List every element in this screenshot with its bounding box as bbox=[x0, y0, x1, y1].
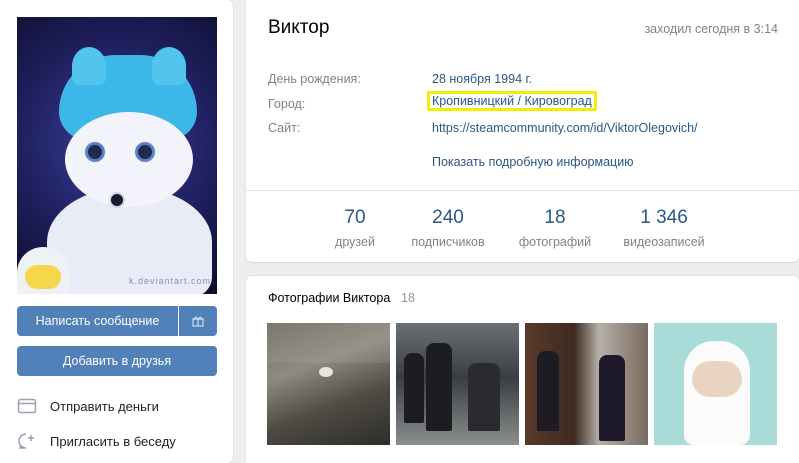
info-divider bbox=[246, 190, 799, 191]
avatar-eye bbox=[135, 142, 155, 162]
avatar-ear bbox=[152, 47, 186, 85]
profile-name: Виктор bbox=[268, 17, 330, 38]
avatar-face bbox=[65, 112, 193, 207]
write-message-button[interactable]: Написать сообщение bbox=[17, 306, 178, 336]
counter-photos-label: фотографий bbox=[518, 235, 592, 249]
yin-yang-icon bbox=[109, 192, 125, 208]
photo-thumb[interactable] bbox=[267, 323, 390, 445]
counter-videos-value: 1 346 bbox=[640, 207, 688, 228]
photos-count: 18 bbox=[401, 291, 415, 305]
invite-chat-label: Пригласить в беседу bbox=[50, 433, 176, 449]
send-money-link[interactable]: Отправить деньги bbox=[17, 391, 159, 421]
llama-face bbox=[692, 361, 742, 397]
add-friend-button[interactable]: Добавить в друзья bbox=[17, 346, 217, 376]
counter-followers[interactable]: 240 подписчиков bbox=[398, 207, 498, 249]
sticker-smile-icon bbox=[25, 265, 61, 289]
counter-friends-label: друзей bbox=[335, 235, 375, 249]
last-seen-status: заходил сегодня в 3:14 bbox=[644, 22, 778, 36]
site-link[interactable]: https://steamcommunity.com/id/ViktorOleg… bbox=[432, 121, 698, 135]
photo-thumb[interactable] bbox=[396, 323, 519, 445]
counter-friends[interactable]: 70 друзей bbox=[305, 207, 405, 249]
counter-friends-value: 70 bbox=[344, 207, 366, 228]
counter-photos[interactable]: 18 фотографий bbox=[505, 207, 605, 249]
photos-title[interactable]: Фотографии Виктора bbox=[268, 291, 390, 305]
city-value[interactable]: Кропивницкий / Кировоград bbox=[427, 91, 597, 111]
profile-info-card: Виктор заходил сегодня в 3:14 День рожде… bbox=[246, 0, 799, 262]
avatar-ear bbox=[72, 47, 106, 85]
counter-videos-label: видеозаписей bbox=[623, 235, 705, 249]
city-value-highlighted[interactable]: Кропивницкий / Кировоград bbox=[427, 91, 597, 111]
chat-add-icon bbox=[17, 431, 37, 451]
avatar-watermark: k.deviantart.com bbox=[128, 276, 211, 286]
photo-thumb[interactable] bbox=[654, 323, 777, 445]
counter-photos-value: 18 bbox=[544, 207, 566, 228]
birthday-label: День рождения: bbox=[268, 72, 361, 86]
profile-sidebar: k.deviantart.com Написать сообщение Доба… bbox=[0, 0, 233, 463]
show-details-link[interactable]: Показать подробную информацию bbox=[432, 155, 634, 169]
send-money-label: Отправить деньги bbox=[50, 398, 159, 414]
counter-followers-value: 240 bbox=[432, 207, 464, 228]
wallet-icon bbox=[17, 396, 37, 416]
city-label: Город: bbox=[268, 97, 306, 111]
photo-thumb[interactable] bbox=[525, 323, 648, 445]
counter-followers-label: подписчиков bbox=[411, 235, 485, 249]
avatar-eye bbox=[85, 142, 105, 162]
birthday-value[interactable]: 28 ноября 1994 г. bbox=[432, 72, 532, 86]
gift-button[interactable] bbox=[179, 306, 217, 336]
gift-icon bbox=[192, 316, 204, 327]
invite-to-chat-link[interactable]: Пригласить в беседу bbox=[17, 426, 176, 456]
site-label: Сайт: bbox=[268, 121, 301, 135]
counter-videos[interactable]: 1 346 видеозаписей bbox=[614, 207, 714, 249]
profile-avatar[interactable]: k.deviantart.com bbox=[17, 17, 217, 294]
photos-card: Фотографии Виктора 18 bbox=[246, 276, 799, 463]
